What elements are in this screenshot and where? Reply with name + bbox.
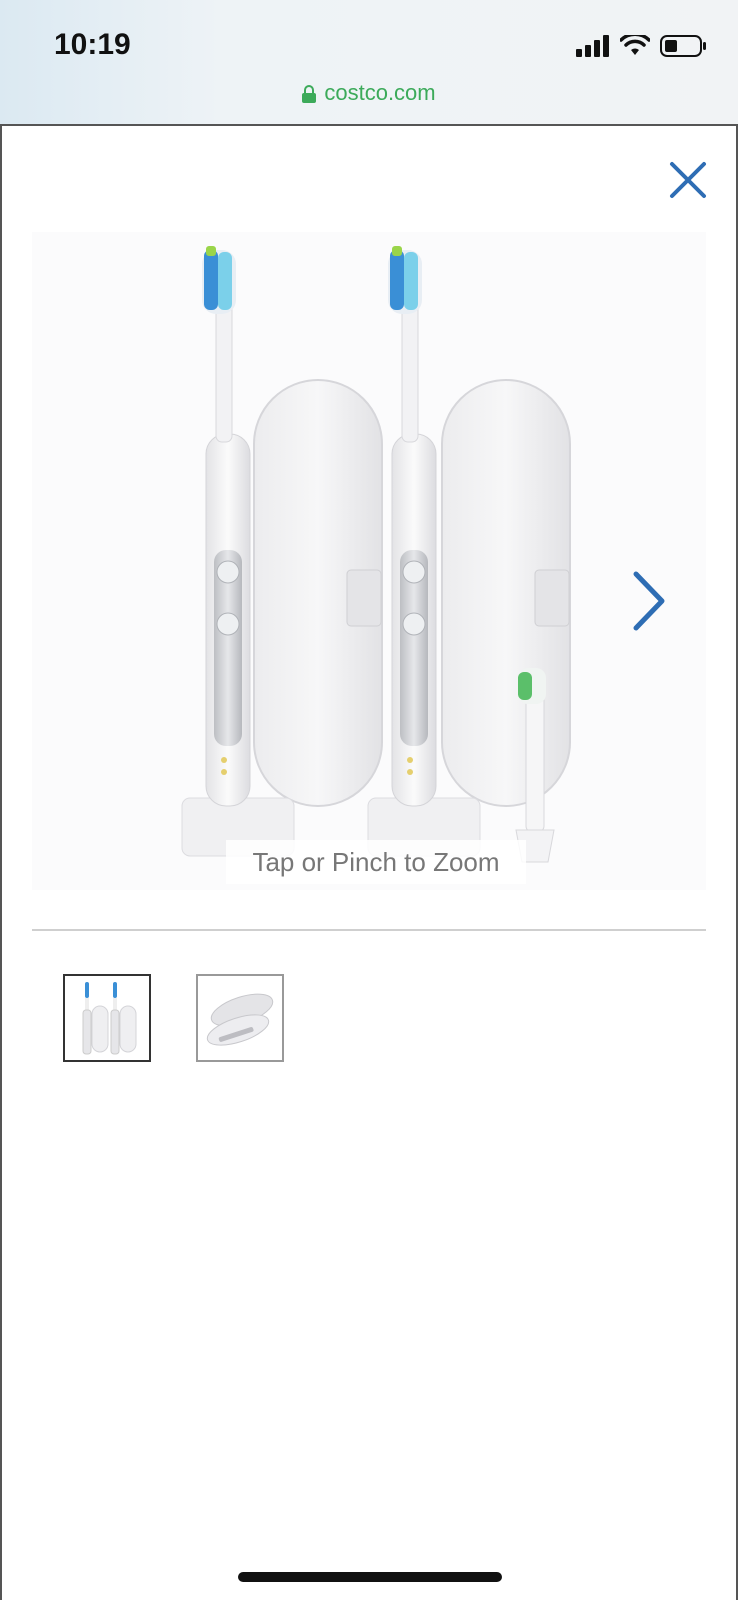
status-icons [576,34,708,58]
lock-icon [302,85,317,104]
chevron-right-icon [633,571,665,631]
status-time: 10:19 [54,28,131,61]
zoom-hint: Tap or Pinch to Zoom [226,840,526,884]
travel-case-thumbnail-image [206,993,274,1046]
wifi-icon [620,35,650,55]
thumbnail-toothbrushes[interactable] [63,974,151,1062]
battery-icon [660,35,706,57]
thumbnail-travel-case[interactable] [196,974,284,1062]
signal-icon [576,35,609,57]
home-indicator [238,1572,502,1582]
address-bar[interactable]: costco.com [0,80,738,106]
close-icon [670,162,706,198]
close-button[interactable] [666,158,710,202]
toothbrush-set-image [181,246,571,863]
toothbrush-thumbnail-image [82,982,137,1055]
url-text: costco.com [324,80,436,105]
divider [32,929,706,931]
status-bar: 10:19 costco.com [0,0,738,126]
next-image-button[interactable] [624,568,674,634]
main-product-image[interactable] [32,232,706,890]
